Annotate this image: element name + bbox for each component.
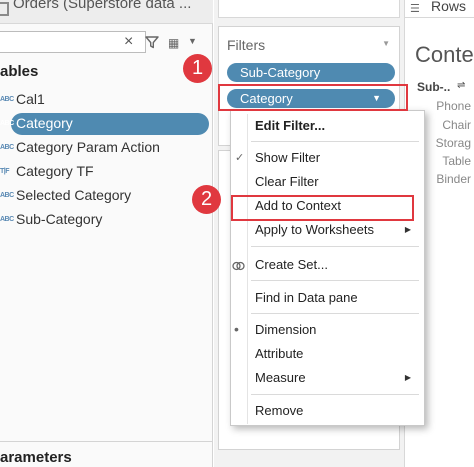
field-sub-category[interactable]: ABC Sub-Category [0, 208, 213, 232]
field-category[interactable]: ABC Category [0, 112, 213, 136]
highlight-box-add-to-context [231, 195, 414, 221]
field-label: Category [16, 115, 73, 131]
field-label: Sub-Category [16, 211, 103, 227]
filters-shelf-title: Filters [227, 37, 266, 53]
rows-shelf[interactable]: ☰ Rows [404, 0, 474, 18]
filter-pill-label: Sub-Category [240, 65, 321, 80]
pages-shelf[interactable] [218, 0, 400, 18]
section-parameters-heading: arameters [0, 449, 72, 466]
string-type-icon: ABC [0, 192, 14, 199]
chevron-down-icon[interactable]: ▼ [382, 39, 390, 48]
field-cal1[interactable]: ABC Cal1 [0, 88, 213, 112]
field-label: Selected Category [16, 187, 132, 203]
field-selected-category[interactable]: ABC Selected Category [0, 184, 213, 208]
field-label: Cal1 [16, 91, 45, 107]
section-tables-heading: ables [0, 63, 39, 80]
field-category-param-action[interactable]: ABC Category Param Action [0, 136, 213, 160]
submenu-arrow-icon: ▶ [404, 373, 411, 382]
boolean-type-icon: T|F [0, 168, 10, 175]
menu-gutter [247, 114, 248, 424]
menu-item-apply-to-worksheets[interactable]: Apply to Worksheets [255, 222, 374, 237]
rows-icon: ☰ [410, 3, 420, 15]
menu-separator [251, 246, 419, 247]
datasource-icon [0, 2, 9, 16]
rows-shelf-label: Rows [431, 0, 467, 14]
filter-pill-sub-category[interactable]: Sub-Category [227, 63, 395, 82]
divider [0, 441, 213, 442]
menu-item-find-in-data-pane[interactable]: Find in Data pane [255, 290, 358, 305]
field-search-input[interactable]: × [0, 31, 146, 53]
step-badge-2: 2 [192, 185, 221, 214]
grid-view-icon: ▦ [168, 36, 180, 50]
radio-bullet-icon: • [234, 321, 239, 337]
filter-funnel-icon[interactable] [145, 35, 159, 49]
highlight-box-category-pill [218, 84, 408, 111]
menu-item-measure[interactable]: Measure [255, 370, 306, 385]
string-type-icon: ABC [0, 144, 14, 151]
column-header[interactable]: Sub-.. [417, 80, 450, 94]
menu-separator [251, 394, 419, 395]
menu-item-attribute[interactable]: Attribute [255, 346, 303, 361]
menu-separator [251, 280, 419, 281]
menu-item-remove[interactable]: Remove [255, 403, 303, 418]
worksheet-title: Conte [415, 42, 474, 67]
string-type-icon: ABC [0, 96, 14, 103]
data-pane: Orders (Superstore data ... × ▦ ▼ ables … [0, 0, 213, 467]
chevron-down-icon: ▼ [188, 36, 197, 46]
step-badge-1: 1 [183, 54, 212, 83]
string-type-icon: ABC [0, 120, 14, 127]
field-label: Category Param Action [16, 139, 160, 155]
submenu-arrow-icon: ▶ [404, 225, 411, 234]
create-set-icon [232, 261, 245, 271]
clear-search-icon[interactable]: × [124, 33, 133, 51]
view-options-button[interactable]: ▦ ▼ [168, 36, 197, 50]
menu-item-clear-filter[interactable]: Clear Filter [255, 174, 319, 189]
datasource-header[interactable]: Orders (Superstore data ... [0, 0, 213, 24]
sort-icon[interactable]: ⇌ [457, 80, 465, 91]
menu-item-edit-filter[interactable]: Edit Filter... [255, 118, 325, 133]
check-icon: ✓ [235, 152, 245, 164]
string-type-icon: ABC [0, 216, 14, 223]
menu-item-show-filter[interactable]: Show Filter [255, 150, 320, 165]
menu-item-create-set[interactable]: Create Set... [255, 257, 328, 272]
filter-context-menu: Edit Filter... ✓ Show Filter Clear Filte… [230, 110, 425, 426]
menu-separator [251, 313, 419, 314]
menu-item-dimension[interactable]: Dimension [255, 322, 316, 337]
menu-separator [251, 141, 419, 142]
datasource-title: Orders (Superstore data ... [13, 0, 192, 12]
field-label: Category TF [16, 163, 94, 179]
field-category-tf[interactable]: T|F Category TF [0, 160, 213, 184]
